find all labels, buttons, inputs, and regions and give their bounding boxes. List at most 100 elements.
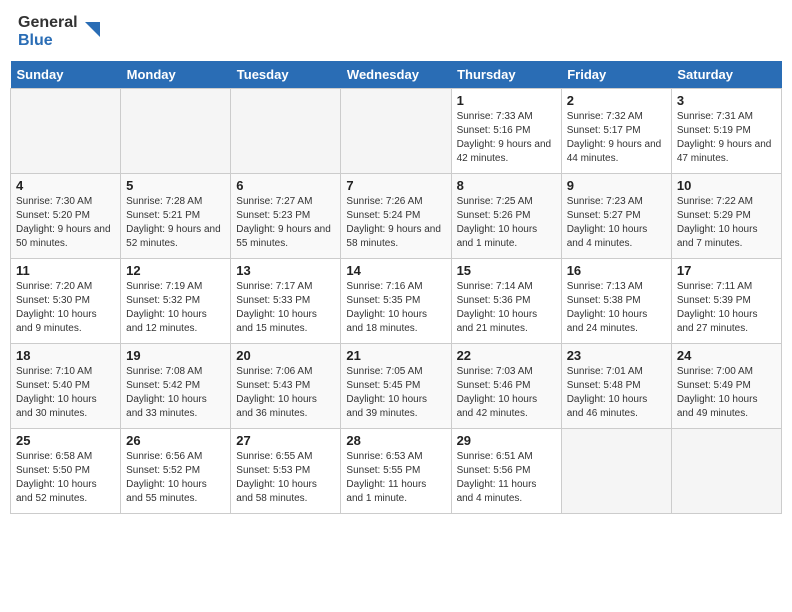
day-number: 8: [457, 178, 556, 193]
calendar-cell: 14 Sunrise: 7:16 AMSunset: 5:35 PMDayligh…: [341, 259, 451, 344]
calendar-cell: 28 Sunrise: 6:53 AMSunset: 5:55 PMDayligh…: [341, 429, 451, 514]
day-number: 16: [567, 263, 666, 278]
header-day: Tuesday: [231, 61, 341, 89]
header-day: Thursday: [451, 61, 561, 89]
day-info: Sunrise: 7:17 AMSunset: 5:33 PMDaylight:…: [236, 280, 335, 336]
day-info: Sunrise: 7:00 AMSunset: 5:49 PMDaylight:…: [677, 365, 776, 421]
day-info: Sunrise: 7:26 AMSunset: 5:24 PMDaylight:…: [346, 195, 445, 251]
week-row: 18 Sunrise: 7:10 AMSunset: 5:40 PMDayligh…: [11, 344, 782, 429]
calendar-cell: 29 Sunrise: 6:51 AMSunset: 5:56 PMDayligh…: [451, 429, 561, 514]
day-number: 6: [236, 178, 335, 193]
calendar-cell: 9 Sunrise: 7:23 AMSunset: 5:27 PMDaylight…: [561, 174, 671, 259]
page-header: General Blue: [10, 10, 782, 53]
day-info: Sunrise: 7:27 AMSunset: 5:23 PMDaylight:…: [236, 195, 335, 251]
day-info: Sunrise: 6:56 AMSunset: 5:52 PMDaylight:…: [126, 450, 225, 506]
calendar-cell: 17Sunrise: 7:11 AMSunset: 5:39 PMDayligh…: [671, 259, 781, 344]
day-info: Sunrise: 7:16 AMSunset: 5:35 PMDaylight:…: [346, 280, 445, 336]
day-number: 27: [236, 433, 335, 448]
calendar-cell: [11, 89, 121, 174]
calendar-cell: 6 Sunrise: 7:27 AMSunset: 5:23 PMDaylight…: [231, 174, 341, 259]
calendar-cell: 7 Sunrise: 7:26 AMSunset: 5:24 PMDaylight…: [341, 174, 451, 259]
calendar-cell: 8 Sunrise: 7:25 AMSunset: 5:26 PMDaylight…: [451, 174, 561, 259]
day-number: 1: [457, 93, 556, 108]
day-info: Sunrise: 7:25 AMSunset: 5:26 PMDaylight:…: [457, 195, 556, 251]
calendar-cell: [671, 429, 781, 514]
calendar-cell: 4 Sunrise: 7:30 AMSunset: 5:20 PMDaylight…: [11, 174, 121, 259]
day-number: 24: [677, 348, 776, 363]
day-number: 5: [126, 178, 225, 193]
calendar-cell: 24 Sunrise: 7:00 AMSunset: 5:49 PMDayligh…: [671, 344, 781, 429]
day-info: Sunrise: 7:11 AMSunset: 5:39 PMDaylight:…: [677, 280, 776, 336]
week-row: 4 Sunrise: 7:30 AMSunset: 5:20 PMDaylight…: [11, 174, 782, 259]
day-number: 11: [16, 263, 115, 278]
header-row: SundayMondayTuesdayWednesdayThursdayFrid…: [11, 61, 782, 89]
day-number: 18: [16, 348, 115, 363]
logo-triangle-icon: [80, 22, 100, 42]
week-row: 25Sunrise: 6:58 AMSunset: 5:50 PMDayligh…: [11, 429, 782, 514]
day-info: Sunrise: 7:06 AMSunset: 5:43 PMDaylight:…: [236, 365, 335, 421]
calendar-cell: [121, 89, 231, 174]
calendar-cell: 20 Sunrise: 7:06 AMSunset: 5:43 PMDayligh…: [231, 344, 341, 429]
day-number: 4: [16, 178, 115, 193]
calendar-cell: 5 Sunrise: 7:28 AMSunset: 5:21 PMDaylight…: [121, 174, 231, 259]
day-info: Sunrise: 7:33 AMSunset: 5:16 PMDaylight:…: [457, 110, 556, 166]
header-day: Saturday: [671, 61, 781, 89]
day-info: Sunrise: 7:22 AMSunset: 5:29 PMDaylight:…: [677, 195, 776, 251]
day-number: 20: [236, 348, 335, 363]
calendar-cell: 27 Sunrise: 6:55 AMSunset: 5:53 PMDayligh…: [231, 429, 341, 514]
calendar-cell: [341, 89, 451, 174]
logo-text: General Blue: [18, 14, 100, 49]
day-number: 23: [567, 348, 666, 363]
day-number: 29: [457, 433, 556, 448]
calendar-cell: 2 Sunrise: 7:32 AMSunset: 5:17 PMDaylight…: [561, 89, 671, 174]
calendar-cell: 19 Sunrise: 7:08 AMSunset: 5:42 PMDayligh…: [121, 344, 231, 429]
calendar-cell: 18 Sunrise: 7:10 AMSunset: 5:40 PMDayligh…: [11, 344, 121, 429]
day-info: Sunrise: 7:10 AMSunset: 5:40 PMDaylight:…: [16, 365, 115, 421]
day-info: Sunrise: 6:58 AMSunset: 5:50 PMDaylight:…: [16, 450, 115, 506]
day-info: Sunrise: 7:13 AMSunset: 5:38 PMDaylight:…: [567, 280, 666, 336]
calendar-cell: 25Sunrise: 6:58 AMSunset: 5:50 PMDayligh…: [11, 429, 121, 514]
day-info: Sunrise: 7:01 AMSunset: 5:48 PMDaylight:…: [567, 365, 666, 421]
day-info: Sunrise: 7:32 AMSunset: 5:17 PMDaylight:…: [567, 110, 666, 166]
logo: General Blue: [18, 14, 100, 49]
day-info: Sunrise: 7:05 AMSunset: 5:45 PMDaylight:…: [346, 365, 445, 421]
day-number: 7: [346, 178, 445, 193]
calendar-cell: 3Sunrise: 7:31 AMSunset: 5:19 PMDaylight…: [671, 89, 781, 174]
day-info: Sunrise: 7:03 AMSunset: 5:46 PMDaylight:…: [457, 365, 556, 421]
day-info: Sunrise: 7:31 AMSunset: 5:19 PMDaylight:…: [677, 110, 776, 166]
calendar-cell: 16 Sunrise: 7:13 AMSunset: 5:38 PMDayligh…: [561, 259, 671, 344]
day-number: 19: [126, 348, 225, 363]
calendar-cell: 12Sunrise: 7:19 AMSunset: 5:32 PMDayligh…: [121, 259, 231, 344]
header-day: Wednesday: [341, 61, 451, 89]
day-number: 22: [457, 348, 556, 363]
calendar-cell: [561, 429, 671, 514]
calendar-cell: 13 Sunrise: 7:17 AMSunset: 5:33 PMDayligh…: [231, 259, 341, 344]
header-day: Sunday: [11, 61, 121, 89]
day-number: 10: [677, 178, 776, 193]
day-info: Sunrise: 7:14 AMSunset: 5:36 PMDaylight:…: [457, 280, 556, 336]
day-info: Sunrise: 7:28 AMSunset: 5:21 PMDaylight:…: [126, 195, 225, 251]
day-number: 9: [567, 178, 666, 193]
day-info: Sunrise: 7:30 AMSunset: 5:20 PMDaylight:…: [16, 195, 115, 251]
week-row: 1 Sunrise: 7:33 AMSunset: 5:16 PMDaylight…: [11, 89, 782, 174]
day-info: Sunrise: 7:08 AMSunset: 5:42 PMDaylight:…: [126, 365, 225, 421]
calendar-cell: 26Sunrise: 6:56 AMSunset: 5:52 PMDayligh…: [121, 429, 231, 514]
day-info: Sunrise: 6:53 AMSunset: 5:55 PMDaylight:…: [346, 450, 445, 506]
day-number: 14: [346, 263, 445, 278]
day-info: Sunrise: 6:51 AMSunset: 5:56 PMDaylight:…: [457, 450, 556, 506]
day-number: 15: [457, 263, 556, 278]
day-number: 13: [236, 263, 335, 278]
logo-general: General: [18, 14, 78, 32]
day-number: 21: [346, 348, 445, 363]
calendar-table: SundayMondayTuesdayWednesdayThursdayFrid…: [10, 61, 782, 514]
calendar-cell: [231, 89, 341, 174]
header-day: Friday: [561, 61, 671, 89]
day-info: Sunrise: 7:20 AMSunset: 5:30 PMDaylight:…: [16, 280, 115, 336]
logo-blue: Blue: [18, 32, 78, 50]
day-number: 28: [346, 433, 445, 448]
calendar-cell: 21 Sunrise: 7:05 AMSunset: 5:45 PMDayligh…: [341, 344, 451, 429]
day-number: 2: [567, 93, 666, 108]
calendar-cell: 11 Sunrise: 7:20 AMSunset: 5:30 PMDayligh…: [11, 259, 121, 344]
day-info: Sunrise: 7:23 AMSunset: 5:27 PMDaylight:…: [567, 195, 666, 251]
day-info: Sunrise: 6:55 AMSunset: 5:53 PMDaylight:…: [236, 450, 335, 506]
